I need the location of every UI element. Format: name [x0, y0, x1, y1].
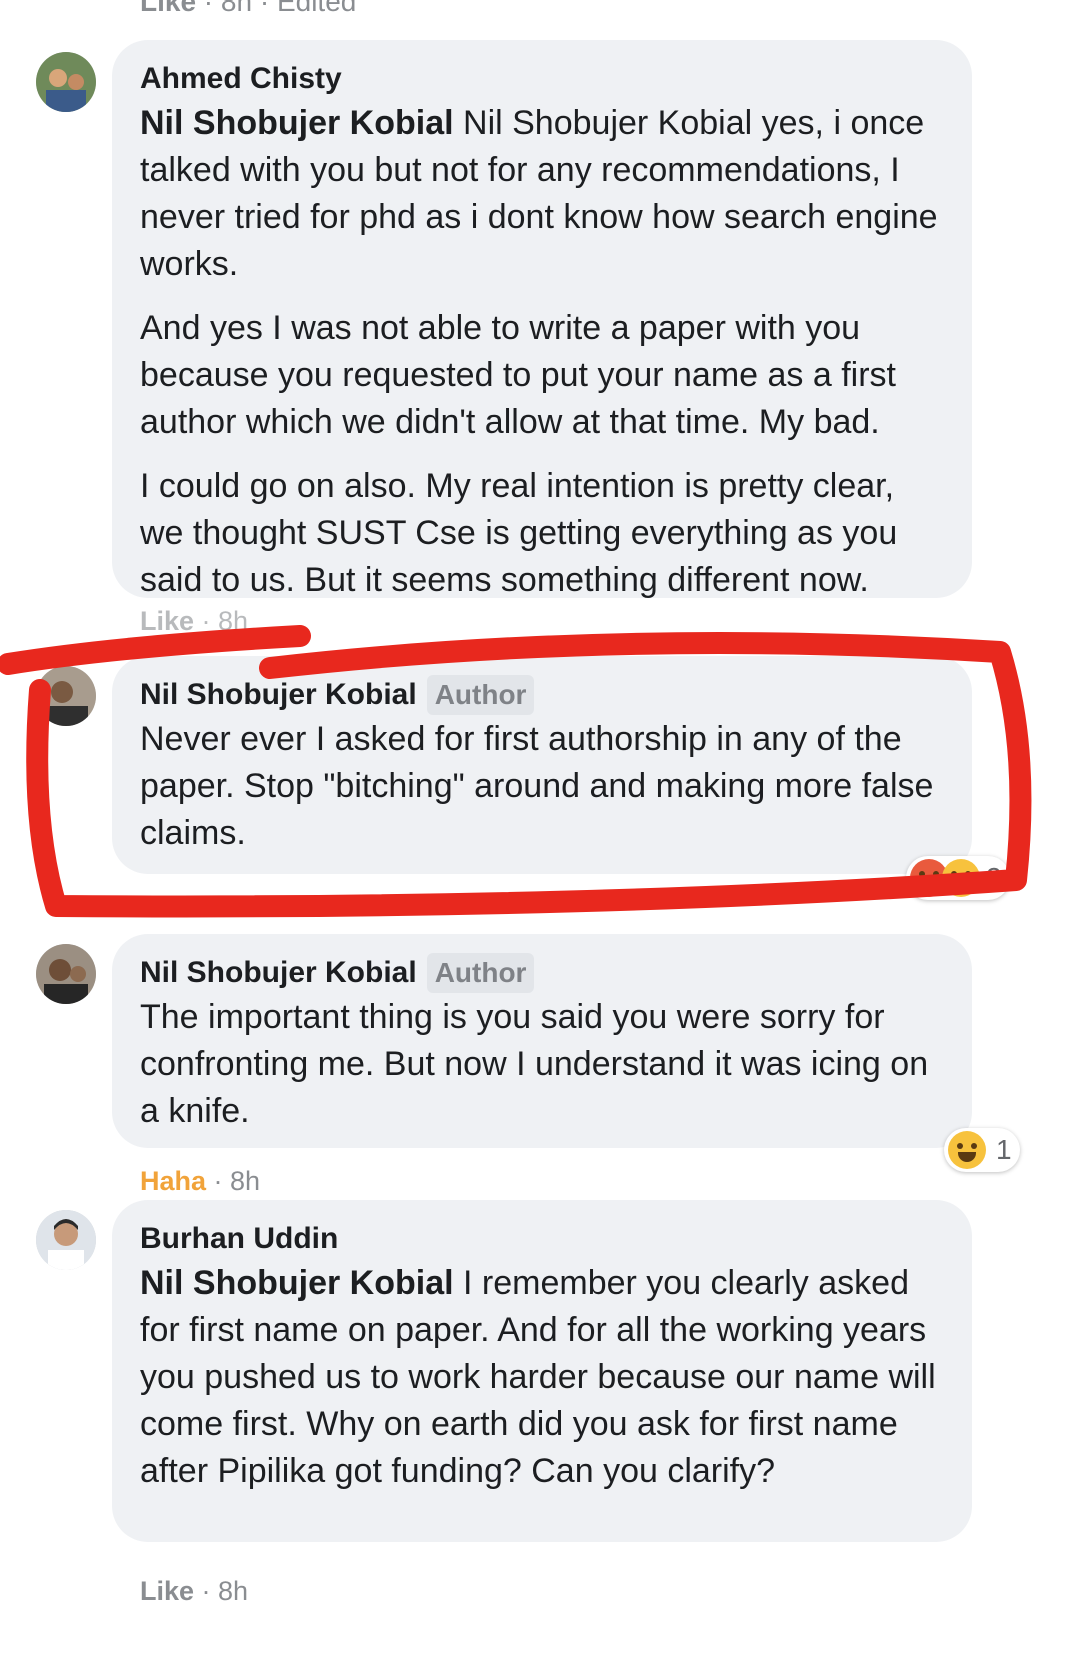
avatar-photo-icon	[36, 666, 96, 726]
wow-reaction-icon	[942, 859, 980, 897]
like-link[interactable]: Like	[140, 606, 194, 636]
comment-author[interactable]: Nil Shobujer Kobial	[140, 674, 417, 716]
haha-reaction-link[interactable]: Haha	[140, 1166, 206, 1196]
previous-comment-meta: Like · 8h · Edited	[140, 0, 356, 18]
haha-reaction-icon	[948, 1131, 986, 1169]
comment-bubble: Burhan Uddin Nil Shobujer Kobial I remem…	[112, 1200, 972, 1542]
comment-time: · 8h	[206, 1166, 261, 1196]
like-link[interactable]: Like	[140, 1576, 194, 1606]
comment-text: Nil Shobujer Kobial I remember you clear…	[140, 1264, 936, 1490]
comment-text: The important thing is you said you were…	[140, 998, 929, 1130]
reaction-count: 2	[986, 862, 1002, 893]
avatar[interactable]	[36, 1210, 96, 1270]
comment-author[interactable]: Burhan Uddin	[140, 1218, 338, 1260]
avatar-photo-icon	[36, 52, 96, 112]
comment-meta: Like · 8h	[140, 606, 248, 637]
mention-link[interactable]: Nil Shobujer Kobial	[140, 104, 454, 142]
mention-link[interactable]: Nil Shobujer Kobial	[140, 1264, 454, 1302]
reaction-count: 1	[996, 1134, 1012, 1165]
comment-meta: Haha · 8h	[140, 1166, 260, 1197]
reaction-summary[interactable]: 2	[906, 856, 1010, 900]
author-badge: Author	[426, 675, 535, 715]
avatar-photo-icon	[36, 944, 96, 1004]
comment-bubble: Ahmed Chisty Nil Shobujer Kobial Nil Sho…	[112, 40, 972, 599]
comment-time: · 8h	[194, 1576, 249, 1606]
comment-paragraph: And yes I was not able to write a paper …	[140, 309, 897, 441]
reaction-summary[interactable]: 1	[944, 1128, 1020, 1172]
comment-meta: Like · 8h	[140, 1576, 248, 1607]
avatar[interactable]	[36, 666, 96, 726]
comment-author[interactable]: Ahmed Chisty	[140, 58, 342, 100]
author-badge: Author	[426, 953, 535, 993]
avatar[interactable]	[36, 52, 96, 112]
comment-paragraph: I could go on also. My real intention is…	[140, 467, 898, 599]
comment-time: · 8h	[194, 606, 249, 636]
avatar-photo-icon	[36, 1210, 96, 1270]
comment-text: Never ever I asked for first authorship …	[140, 720, 934, 852]
comment-bubble: Nil Shobujer Kobial Author The important …	[112, 934, 972, 1148]
like-link[interactable]: Like	[140, 0, 196, 17]
comment-bubble: Nil Shobujer Kobial Author Never ever I a…	[112, 656, 972, 874]
comment-author[interactable]: Nil Shobujer Kobial	[140, 952, 417, 994]
comment-paragraph: Nil Shobujer Kobial Nil Shobujer Kobial …	[140, 104, 938, 283]
avatar[interactable]	[36, 944, 96, 1004]
comment-time: · 8h · Edited	[196, 0, 357, 17]
